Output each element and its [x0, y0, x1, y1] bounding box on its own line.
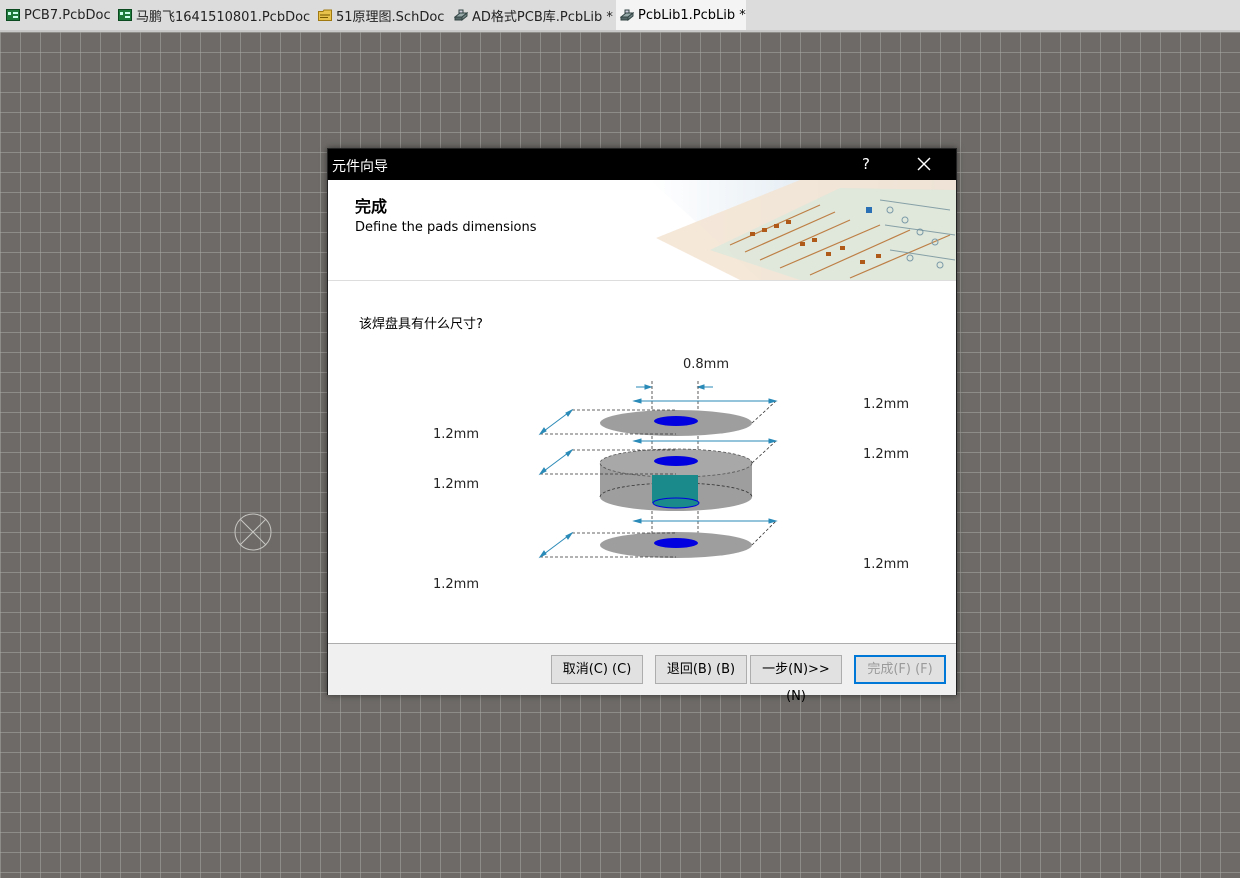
tab-label: PcbLib1.PcbLib * — [638, 7, 746, 23]
dialog-titlebar[interactable]: 元件向导 ? — [328, 149, 956, 180]
pcb-doc-icon — [118, 9, 132, 21]
mid-pad-y-label: 1.2mm — [863, 447, 910, 462]
page-title: 完成 — [355, 197, 388, 216]
pad-dimension-diagram — [538, 381, 778, 559]
tab-pcblib1[interactable]: PcbLib1.PcbLib * — [616, 0, 746, 30]
tab-label: AD格式PCB库.PcbLib * — [472, 9, 613, 25]
tab-label: PCB7.PcbDoc — [24, 7, 111, 23]
bottom-pad-x-label: 1.2mm — [433, 577, 480, 592]
tab-label: 马鹏飞1641510801.PcbDoc — [136, 9, 311, 25]
dialog-title: 元件向导 — [332, 159, 388, 175]
pcb-banner-image — [650, 180, 956, 280]
pcb-lib-icon — [454, 9, 468, 21]
page-subtitle: Define the pads dimensions — [355, 220, 537, 235]
mid-pad-x-label: 1.2mm — [433, 477, 480, 492]
top-pad-y-label: 1.2mm — [863, 397, 910, 412]
finish-button[interactable]: 完成(F) (F) — [854, 655, 946, 684]
document-tab-bar: PCB7.PcbDoc 马鹏飞1641510801.PcbDoc 51原理图.S… — [0, 0, 1240, 32]
pcb-doc-icon — [6, 9, 20, 21]
tab-mapengfei[interactable]: 马鹏飞1641510801.PcbDoc — [114, 0, 314, 30]
close-icon[interactable] — [913, 153, 935, 175]
component-wizard-dialog: 元件向导 ? 完成 Define the pads dimensions 该焊盘… — [327, 148, 957, 704]
next-button[interactable]: 一步(N)>> (N) — [750, 655, 842, 704]
tab-pcb7[interactable]: PCB7.PcbDoc — [2, 0, 114, 30]
hole-size-label: 0.8mm — [683, 357, 730, 372]
tab-51-schematic[interactable]: 51原理图.SchDoc — [314, 0, 450, 30]
origin-marker-icon — [234, 513, 272, 551]
pad-size-question: 该焊盘具有什么尺寸? — [359, 317, 483, 332]
tab-ad-pcblib[interactable]: AD格式PCB库.PcbLib * — [450, 0, 616, 30]
back-button[interactable]: 退回(B) (B) — [655, 655, 747, 684]
top-pad-x-label: 1.2mm — [433, 427, 480, 442]
tab-label: 51原理图.SchDoc — [336, 9, 445, 25]
sch-doc-icon — [318, 9, 332, 21]
wizard-header: 完成 Define the pads dimensions — [328, 180, 956, 281]
wizard-footer: 取消(C) (C) 退回(B) (B) 一步(N)>> (N) 完成(F) (F… — [328, 643, 956, 704]
cancel-button[interactable]: 取消(C) (C) — [551, 655, 643, 684]
bottom-pad-y-label: 1.2mm — [863, 557, 910, 572]
pcb-lib-icon — [620, 9, 634, 21]
help-button[interactable]: ? — [862, 155, 870, 173]
